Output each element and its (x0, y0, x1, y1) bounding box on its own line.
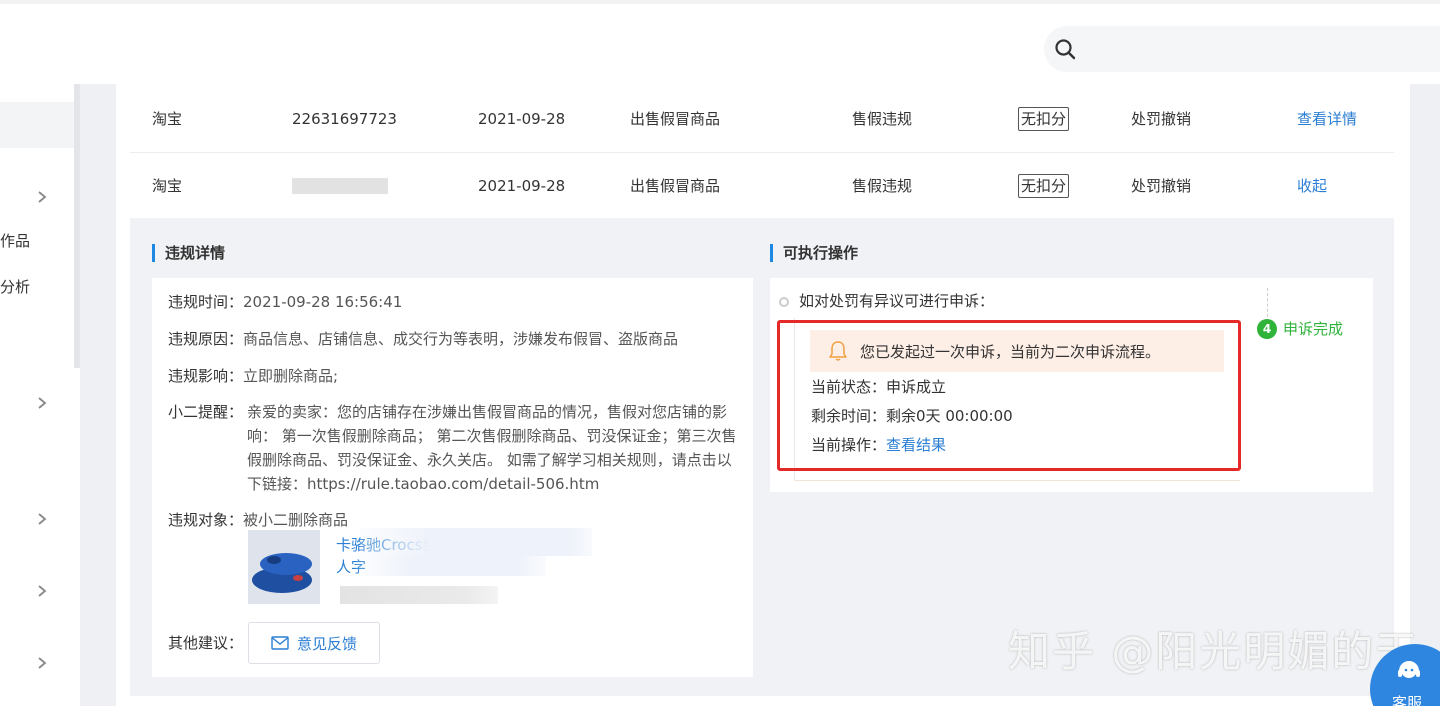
result-cell: 处罚撤销 (1131, 177, 1192, 195)
collapse-link[interactable]: 收起 (1297, 153, 1327, 219)
feedback-label[interactable]: 意见反馈 (297, 633, 357, 654)
step-connector (1267, 288, 1268, 322)
violation-impact-value: 立即删除商品; (243, 367, 339, 385)
violation-object-value: 被小二删除商品 (243, 511, 349, 529)
reminder-label: 小二提醒： (168, 403, 244, 421)
violation-cause-label: 违规原因： (168, 330, 244, 348)
top-bar (0, 0, 1440, 84)
chevron-right-icon[interactable] (37, 190, 47, 204)
watermark: 知乎 @阳光明媚的天 (1008, 627, 1420, 676)
timeline-text: 如对处罚有异议可进行申诉： (799, 292, 995, 310)
violation-cause-value: 商品信息、店铺信息、成交行为等表明，涉嫌发布假冒、盗版商品 (243, 330, 679, 348)
type-cell: 售假违规 (852, 110, 913, 128)
reminder-value: 亲爱的卖家：您的店铺存在涉嫌出售假冒商品的情况，售假对您店铺的影响： 第一次售假… (247, 403, 737, 493)
customer-service-label[interactable]: 客服 (1392, 692, 1422, 706)
violation-impact: 违规影响：立即删除商品; (168, 364, 338, 388)
search-icon[interactable] (1054, 38, 1076, 60)
platform-cell: 淘宝 (152, 177, 183, 195)
reason-cell: 出售假冒商品 (630, 110, 721, 128)
suggestion-label: 其他建议： (168, 634, 244, 652)
timeline-bottom-line (794, 480, 1240, 481)
sidebar-item-works[interactable]: 作品 (0, 230, 30, 251)
sidebar-item-analysis[interactable]: 分析 (0, 276, 30, 297)
id-cell: 22631697723 (292, 110, 397, 128)
step-label: 申诉完成 (1283, 320, 1344, 338)
sidebar-item-active[interactable] (0, 102, 74, 148)
violation-object: 违规对象：被小二删除商品 (168, 508, 348, 532)
view-detail-link[interactable]: 查看详情 (1297, 86, 1357, 152)
redacted-product-meta (340, 586, 498, 604)
feedback-button[interactable]: 意见反馈 (248, 622, 380, 664)
search-box[interactable] (1044, 26, 1440, 72)
sandal-image (248, 530, 320, 604)
score-tag: 无扣分 (1018, 174, 1070, 198)
platform-cell: 淘宝 (152, 110, 183, 128)
redacted-product-name (360, 528, 592, 556)
actions-title: 可执行操作 (770, 244, 858, 262)
timeline-dot (779, 297, 789, 307)
redacted-id (292, 178, 388, 194)
redacted-product-name (356, 556, 546, 576)
highlight-annotation (777, 320, 1241, 471)
violation-detail-title: 违规详情 (152, 244, 225, 262)
product-thumbnail[interactable] (248, 530, 320, 604)
chevron-right-icon[interactable] (37, 584, 47, 598)
chevron-right-icon[interactable] (37, 656, 47, 670)
chevron-right-icon[interactable] (37, 512, 47, 526)
mail-icon (271, 636, 289, 650)
sidebar-scrollbar[interactable] (74, 84, 80, 368)
sidebar: 作品 分析 (0, 84, 80, 706)
date-cell: 2021-09-28 (478, 110, 566, 128)
score-tag: 无扣分 (1018, 107, 1070, 131)
date-cell: 2021-09-28 (478, 177, 566, 195)
violation-impact-label: 违规影响： (168, 367, 244, 385)
chevron-right-icon[interactable] (37, 396, 47, 410)
step-number-badge: 4 (1257, 318, 1277, 339)
result-cell: 处罚撤销 (1131, 110, 1192, 128)
violation-time-value: 2021-09-28 16:56:41 (243, 293, 403, 311)
step-appeal-complete: 4 申诉完成 (1257, 318, 1343, 339)
reason-cell: 出售假冒商品 (630, 177, 721, 195)
violation-time-label: 违规时间： (168, 293, 244, 311)
table-row: 淘宝 22631697723 2021-09-28 出售假冒商品 售假违规 无扣… (130, 86, 1394, 152)
violation-time: 违规时间：2021-09-28 16:56:41 (168, 290, 402, 314)
violation-object-label: 违规对象： (168, 511, 244, 529)
headset-icon (1398, 661, 1420, 678)
violation-cause: 违规原因：商品信息、店铺信息、成交行为等表明，涉嫌发布假冒、盗版商品 (168, 327, 678, 351)
type-cell: 售假违规 (852, 177, 913, 195)
